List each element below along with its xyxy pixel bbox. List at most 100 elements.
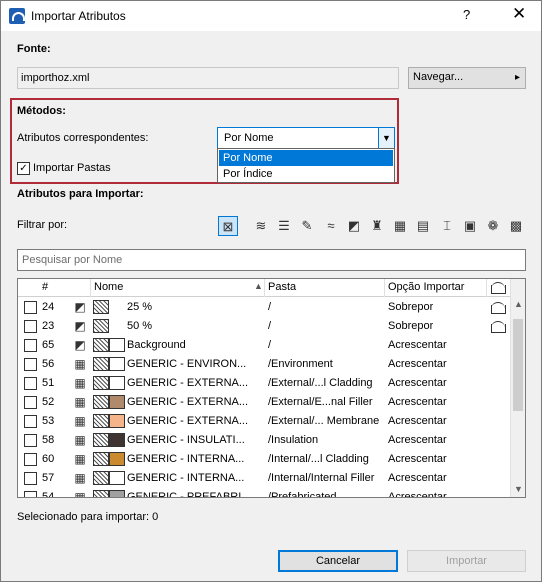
methods-label: Métodos:: [17, 105, 66, 117]
row-folder: /: [268, 301, 272, 313]
cancel-button[interactable]: Cancelar: [278, 550, 398, 572]
matching-method-select[interactable]: Por Nome ▼: [217, 127, 395, 149]
fill-pattern-swatch: [93, 338, 109, 352]
row-checkbox[interactable]: [24, 415, 37, 428]
browse-button[interactable]: Navegar... ▸: [408, 67, 526, 89]
row-import-option[interactable]: Acrescentar: [388, 453, 447, 465]
fill-pattern-swatch: [93, 414, 109, 428]
line-types-icon[interactable]: ≈: [321, 216, 341, 236]
markup-styles-icon[interactable]: ▩: [506, 216, 526, 236]
surfaces-icon[interactable]: ♜: [367, 216, 387, 236]
pens-icon[interactable]: ✎: [297, 216, 317, 236]
row-checkbox[interactable]: [24, 320, 37, 333]
all-attributes-icon[interactable]: ⊠: [218, 216, 238, 236]
row-checkbox[interactable]: [24, 434, 37, 447]
row-folder: /External/... Membrane: [268, 415, 380, 427]
row-name: GENERIC - INSULATI...: [127, 434, 245, 446]
color-swatch: [109, 376, 125, 390]
row-number: 54: [42, 491, 55, 498]
table-row[interactable]: 51 ▦ GENERIC - EXTERNA... /External/...l Cl…: [18, 374, 512, 393]
row-checkbox[interactable]: [24, 339, 37, 352]
import-folders-checkbox[interactable]: ✓: [17, 162, 30, 175]
window-title: Importar Atributos: [31, 9, 126, 23]
building-materials-icon[interactable]: ▦: [390, 216, 410, 236]
archicad-app-icon: [9, 8, 25, 24]
row-name: GENERIC - ENVIRON...: [127, 358, 247, 370]
source-file-field: importhoz.xml: [17, 67, 399, 89]
table-row[interactable]: 65 ◩ Background / Acrescentar: [18, 336, 512, 355]
vertical-scrollbar[interactable]: ▲ ▼: [510, 279, 525, 497]
option-by-index[interactable]: Por Índice: [219, 166, 393, 182]
row-name: GENERIC - PREFABRI...: [127, 491, 251, 498]
row-checkbox[interactable]: [24, 453, 37, 466]
row-checkbox[interactable]: [24, 301, 37, 314]
row-checkbox[interactable]: [24, 491, 37, 497]
header-number[interactable]: #: [42, 281, 48, 293]
header-name[interactable]: Nome: [94, 281, 123, 293]
header-import-option[interactable]: Opção Importar: [388, 281, 464, 293]
table-row[interactable]: 56 ▦ GENERIC - ENVIRON... /Environment Acres…: [18, 355, 512, 374]
zone-categories-icon[interactable]: ▣: [460, 216, 480, 236]
fill-icon: ◩: [74, 300, 86, 314]
table-row[interactable]: 54 ▦ GENERIC - PREFABRI... /Prefabricated Ac…: [18, 488, 512, 498]
close-button[interactable]: ✕: [512, 4, 526, 24]
table-row[interactable]: 24 ◩ 25 % / Sobrepor: [18, 298, 512, 317]
color-swatch: [109, 414, 125, 428]
row-import-option[interactable]: Sobrepor: [388, 301, 433, 313]
composites-icon[interactable]: ▤: [413, 216, 433, 236]
row-checkbox[interactable]: [24, 377, 37, 390]
row-folder: /Internal/Internal Filler: [268, 472, 375, 484]
filter-by-label: Filtrar por:: [17, 219, 68, 231]
row-import-option[interactable]: Acrescentar: [388, 396, 447, 408]
help-button[interactable]: ?: [463, 7, 470, 22]
scroll-up-icon[interactable]: ▲: [514, 299, 523, 309]
table-row[interactable]: 57 ▦ GENERIC - INTERNA... /Internal/Interna…: [18, 469, 512, 488]
layers-icon[interactable]: ≋: [251, 216, 271, 236]
option-by-name[interactable]: Por Nome: [219, 150, 393, 166]
table-row[interactable]: 58 ▦ GENERIC - INSULATI... /Insulation Acres…: [18, 431, 512, 450]
row-number: 57: [42, 472, 55, 484]
row-name: GENERIC - EXTERNA...: [127, 377, 249, 389]
profiles-icon[interactable]: ⌶: [437, 216, 457, 236]
chevron-down-icon[interactable]: ▼: [378, 128, 394, 148]
attributes-table: # Nome ▲ Pasta Opção Importar 24 ◩ 25 % / So…: [17, 278, 526, 498]
search-input[interactable]: Pesquisar por Nome: [17, 249, 526, 271]
scroll-down-icon[interactable]: ▼: [514, 484, 523, 494]
row-import-option[interactable]: Acrescentar: [388, 415, 447, 427]
row-checkbox[interactable]: [24, 396, 37, 409]
import-attributes-dialog: Importar Atributos ? ✕ Fonte: importhoz.…: [0, 0, 542, 582]
row-checkbox[interactable]: [24, 472, 37, 485]
header-separator: [90, 279, 91, 297]
row-import-option[interactable]: Acrescentar: [388, 472, 447, 484]
import-button[interactable]: Importar: [407, 550, 526, 572]
header-folder[interactable]: Pasta: [268, 281, 296, 293]
fill-pattern-swatch: [93, 300, 109, 314]
fill-pattern-swatch: [93, 433, 109, 447]
table-row[interactable]: 23 ◩ 50 % / Sobrepor: [18, 317, 512, 336]
row-folder: /Prefabricated: [268, 491, 337, 498]
row-import-option[interactable]: Acrescentar: [388, 358, 447, 370]
row-number: 51: [42, 377, 55, 389]
fill-types-icon[interactable]: ◩: [344, 216, 364, 236]
table-header: # Nome ▲ Pasta Opção Importar: [18, 279, 512, 297]
row-import-option[interactable]: Acrescentar: [388, 434, 447, 446]
table-row[interactable]: 52 ▦ GENERIC - EXTERNA... /External/E...nal…: [18, 393, 512, 412]
row-checkbox[interactable]: [24, 358, 37, 371]
building-material-icon: ▦: [74, 452, 86, 466]
layer-combinations-icon[interactable]: ☰: [274, 216, 294, 236]
scroll-thumb[interactable]: [513, 319, 523, 411]
building-material-icon: ▦: [74, 471, 86, 485]
row-name: GENERIC - INTERNA...: [127, 453, 245, 465]
row-import-option[interactable]: Acrescentar: [388, 377, 447, 389]
row-import-option[interactable]: Acrescentar: [388, 491, 447, 497]
row-import-option[interactable]: Acrescentar: [388, 339, 447, 351]
building-material-icon: ▦: [74, 395, 86, 409]
row-name: GENERIC - EXTERNA...: [127, 415, 249, 427]
row-folder: /Internal/...l Cladding: [268, 453, 369, 465]
table-row[interactable]: 53 ▦ GENERIC - EXTERNA... /External/... Mem…: [18, 412, 512, 431]
table-row[interactable]: 60 ▦ GENERIC - INTERNA... /Internal/...l Cl…: [18, 450, 512, 469]
row-folder: /External/...l Cladding: [268, 377, 373, 389]
row-import-option[interactable]: Sobrepor: [388, 320, 433, 332]
row-name: 25 %: [127, 301, 153, 313]
mep-systems-icon[interactable]: ❁: [483, 216, 503, 236]
